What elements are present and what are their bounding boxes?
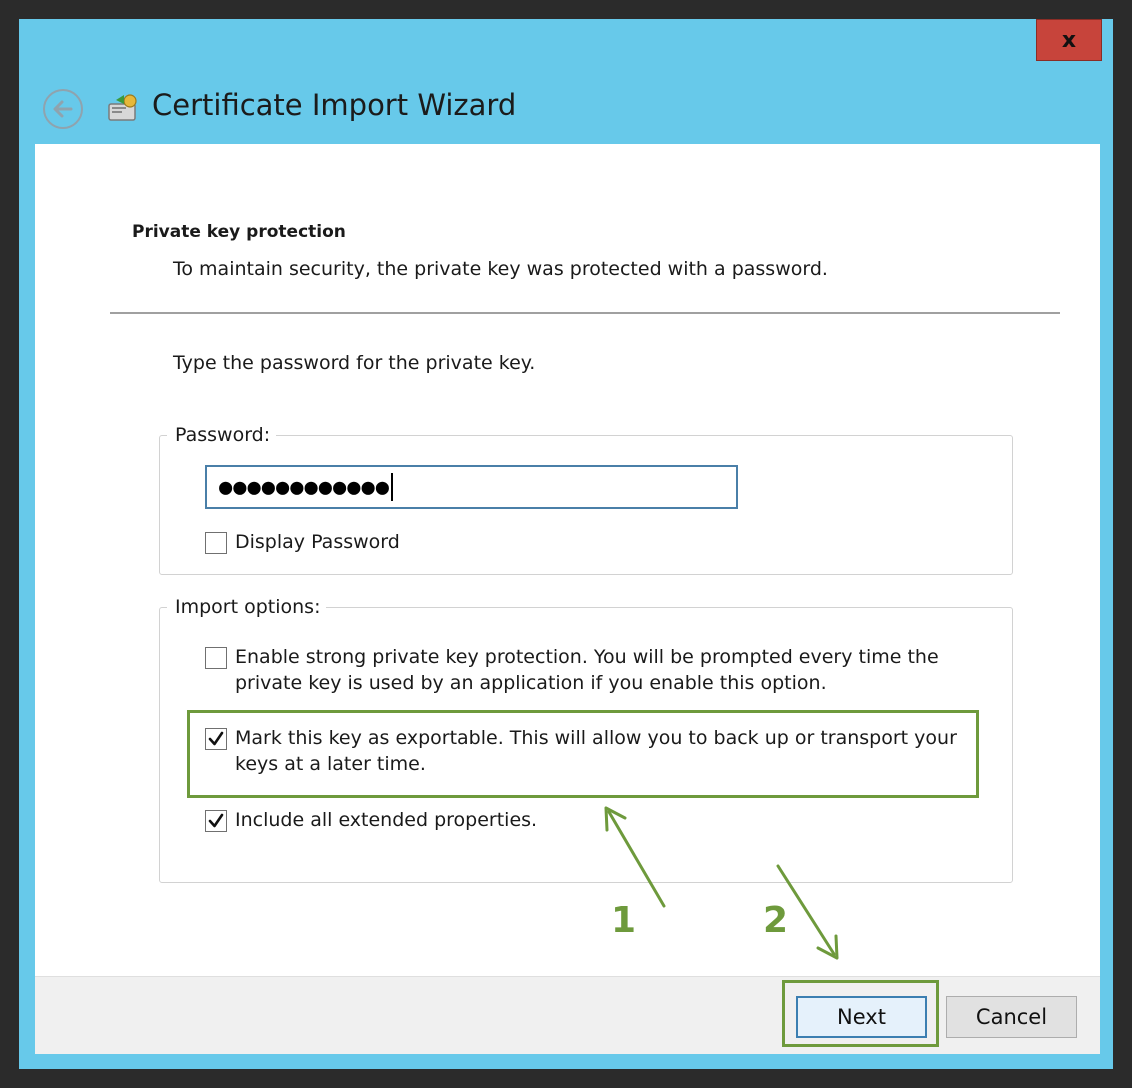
annotation-step-1: 1 [611, 900, 637, 941]
arrow-1-shaft [607, 810, 666, 908]
annotation-arrows [604, 806, 839, 960]
annotation-step-2: 2 [763, 900, 789, 941]
